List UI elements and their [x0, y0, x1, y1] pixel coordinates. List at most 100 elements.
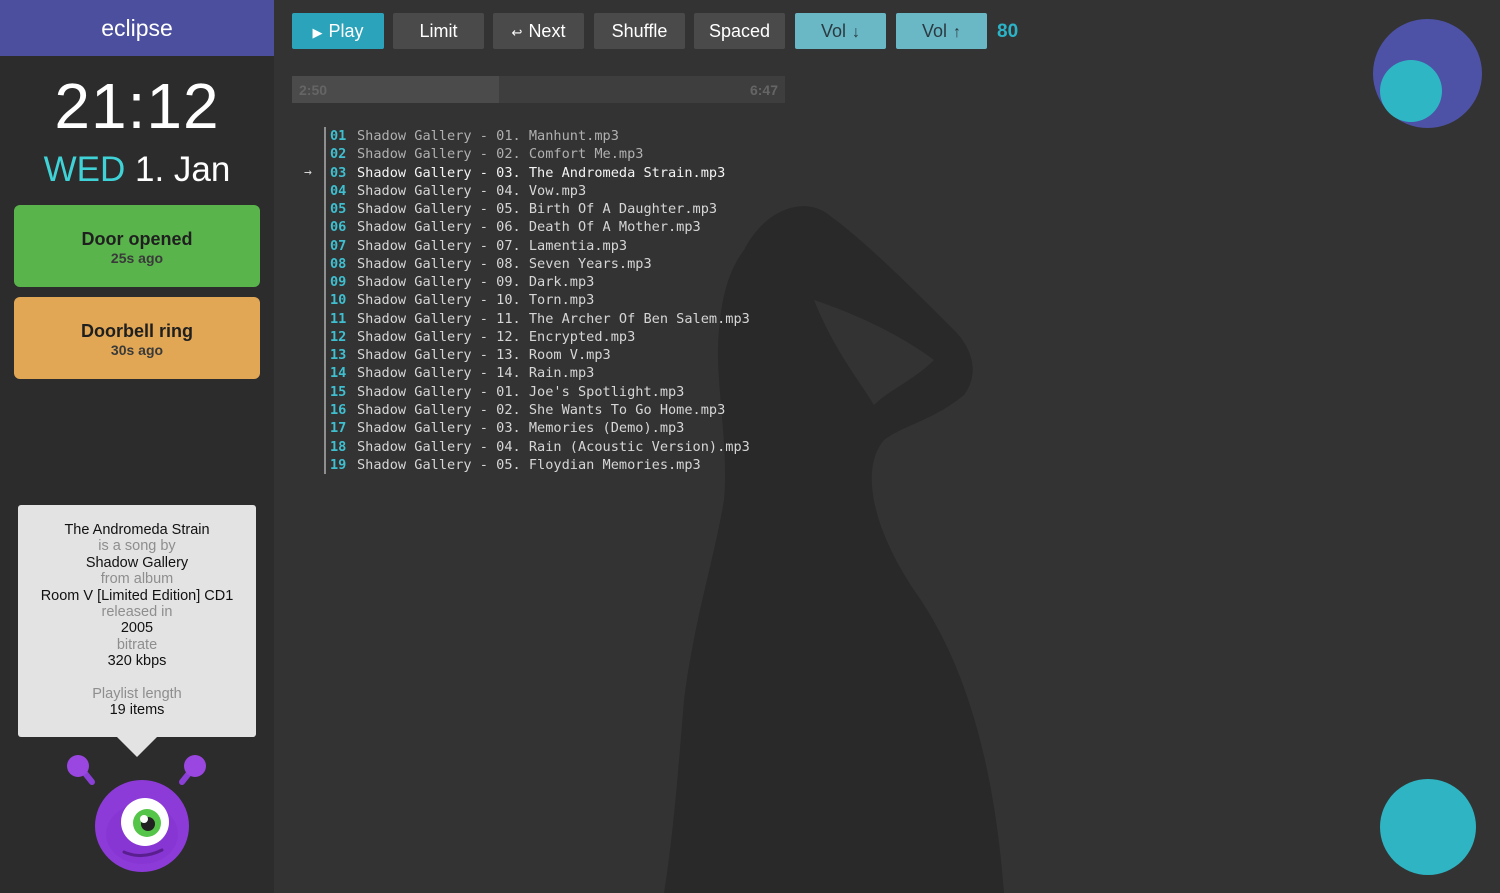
playlist-guide-line — [324, 309, 326, 328]
track-name: Shadow Gallery - 03. The Andromeda Strai… — [357, 164, 726, 181]
info-song-title: The Andromeda Strain — [64, 522, 210, 538]
arrow-down-icon: ↓ — [852, 24, 861, 41]
playlist-guide-line — [324, 163, 326, 182]
vol-up-label: Vol — [921, 21, 948, 41]
undo-arrow-icon: ↩ — [511, 25, 523, 40]
event-card-doorbell-ring[interactable]: Doorbell ring 30s ago — [14, 297, 260, 379]
info-bitrate: 320 kbps — [107, 653, 167, 670]
playlist-guide-line — [324, 346, 326, 365]
clock-date: WED 1. Jan — [0, 150, 274, 190]
playlist-guide-line — [324, 327, 326, 347]
track-number: 18 — [330, 438, 347, 455]
play-button[interactable]: ▶ Play — [292, 13, 384, 49]
event-card-door-opened[interactable]: Door opened 25s ago — [14, 205, 260, 287]
playlist-guide-line — [324, 364, 326, 383]
info-playlist-length: 19 items — [109, 702, 165, 719]
track-number: 04 — [330, 182, 347, 199]
track-number: 09 — [330, 274, 347, 291]
info-label: bitrate — [116, 636, 158, 653]
track-name: Shadow Gallery - 02. Comfort Me.mp3 — [357, 146, 644, 163]
track-name: Shadow Gallery - 05. Birth Of A Daughter… — [357, 201, 718, 218]
event-time-ago: 25s ago — [110, 250, 164, 266]
track-name: Shadow Gallery - 05. Floydian Memories.m… — [357, 456, 701, 473]
track-name: Shadow Gallery - 04. Vow.mp3 — [357, 182, 587, 199]
track-name: Shadow Gallery - 03. Memories (Demo).mp3 — [357, 420, 685, 437]
volume-level: 80 — [997, 21, 1019, 42]
total-time: 6:47 — [749, 82, 778, 98]
volume-up-button[interactable]: Vol ↑ — [896, 13, 987, 49]
info-year: 2005 — [120, 620, 154, 637]
next-label: Next — [528, 21, 566, 41]
track-number: 13 — [330, 347, 347, 364]
track-number: 15 — [330, 383, 347, 400]
track-number: 10 — [330, 292, 347, 309]
track-name: Shadow Gallery - 07. Lamentia.mp3 — [357, 237, 628, 254]
info-artist: Shadow Gallery — [85, 554, 189, 571]
brand-title: eclipse — [0, 0, 274, 56]
event-time-ago: 30s ago — [110, 342, 164, 358]
info-label: from album — [100, 571, 174, 588]
track-number: 02 — [330, 146, 347, 163]
track-name: Shadow Gallery - 08. Seven Years.mp3 — [357, 255, 652, 272]
playlist-guide-line — [324, 273, 326, 292]
clock-weekday: WED — [43, 150, 126, 189]
track-number: 06 — [330, 219, 347, 236]
playlist-guide-line — [324, 145, 326, 164]
sidebar: eclipse 21:12 WED 1. Jan Door opened 25s… — [0, 0, 274, 893]
volume-down-button[interactable]: Vol ↓ — [795, 13, 886, 49]
elapsed-time: 2:50 — [299, 82, 328, 98]
playlist-guide-line — [324, 437, 326, 456]
now-playing-info-bubble: The Andromeda Strain is a song by Shadow… — [18, 505, 256, 757]
spaced-button[interactable]: Spaced — [694, 13, 785, 49]
play-icon: ▶ — [312, 25, 323, 40]
floating-action-circle[interactable] — [1380, 779, 1476, 875]
play-label: Play — [328, 21, 364, 41]
info-label: Playlist length — [92, 685, 182, 702]
main-panel: ▶ Play Limit ↩ Next Shuffle Spaced Vol ↓ Vo… — [274, 0, 1500, 893]
track-number: 17 — [330, 420, 347, 437]
clock-time: 21:12 — [54, 70, 220, 142]
track-number: 05 — [330, 201, 347, 218]
playlist-guide-line — [324, 200, 326, 219]
track-name: Shadow Gallery - 09. Dark.mp3 — [357, 274, 595, 291]
track-name: Shadow Gallery - 02. She Wants To Go Hom… — [357, 401, 726, 418]
playlist-guide-line — [324, 236, 326, 255]
playlist-guide-line — [324, 400, 326, 420]
info-album: Room V [Limited Edition] CD1 — [40, 587, 234, 604]
track-number: 08 — [330, 255, 347, 272]
playlist-guide-line — [324, 218, 326, 237]
track-number: 19 — [330, 456, 347, 473]
playlist-guide-line — [324, 254, 326, 274]
track-name: Shadow Gallery - 12. Encrypted.mp3 — [357, 328, 636, 345]
track-name: Shadow Gallery - 06. Death Of A Mother.m… — [357, 219, 701, 236]
playlist-guide-line — [324, 419, 326, 438]
track-name: Shadow Gallery - 11. The Archer Of Ben S… — [357, 310, 750, 327]
info-label: is a song by — [98, 538, 176, 555]
track-name: Shadow Gallery - 10. Torn.mp3 — [357, 292, 595, 309]
limit-button[interactable]: Limit — [393, 13, 484, 49]
track-name: Shadow Gallery - 04. Rain (Acoustic Vers… — [357, 438, 750, 455]
playlist-guide-line — [324, 455, 326, 475]
track-name: Shadow Gallery - 01. Joe's Spotlight.mp3 — [357, 383, 685, 400]
playlist-guide-line — [324, 291, 326, 310]
playlist-guide-line — [324, 181, 326, 201]
track-number: 07 — [330, 237, 347, 254]
track-number: 14 — [330, 365, 347, 382]
track-number: 01 — [330, 128, 347, 144]
shuffle-label: Shuffle — [611, 21, 668, 41]
next-button[interactable]: ↩ Next — [493, 13, 584, 49]
track-name: Shadow Gallery - 13. Room V.mp3 — [357, 347, 611, 364]
progress-bar[interactable]: 2:50 6:47 — [292, 76, 785, 103]
playlist-guide-line — [324, 127, 326, 146]
info-label: released in — [101, 604, 173, 621]
event-title: Doorbell ring — [81, 321, 193, 341]
alien-mascot-icon[interactable] — [62, 752, 212, 877]
current-track-arrow-icon: → — [304, 164, 312, 180]
track-name: Shadow Gallery - 01. Manhunt.mp3 — [357, 128, 619, 144]
clock-day: 1. Jan — [135, 150, 231, 189]
shuffle-button[interactable]: Shuffle — [594, 13, 685, 49]
spaced-label: Spaced — [708, 21, 771, 41]
vol-down-label: Vol — [820, 21, 847, 41]
playlist-guide-line — [324, 382, 326, 401]
